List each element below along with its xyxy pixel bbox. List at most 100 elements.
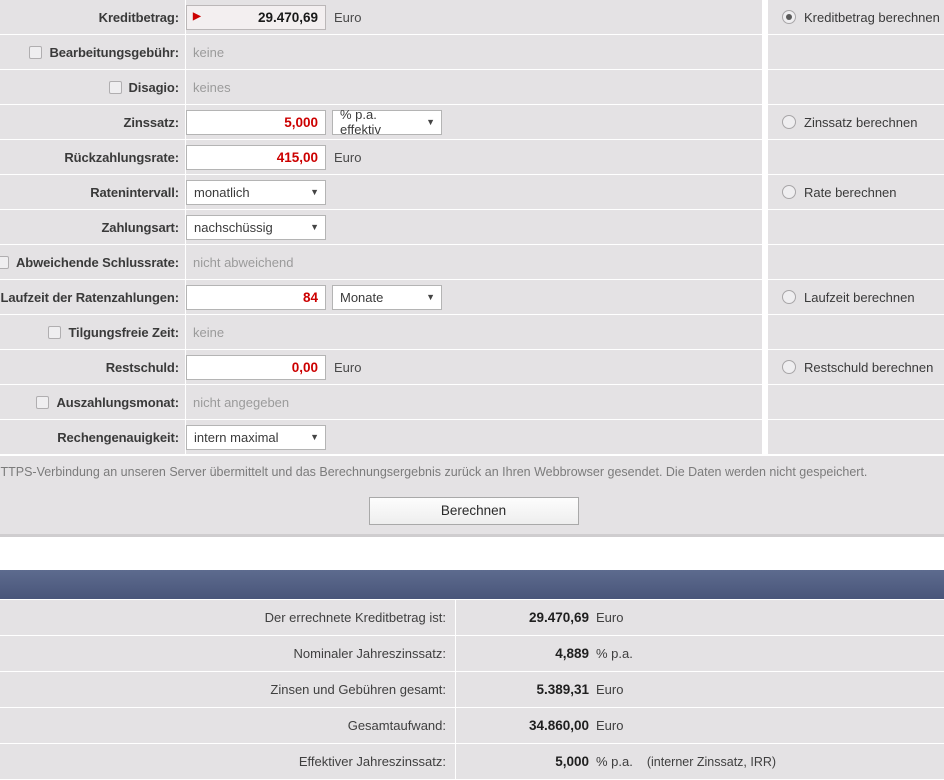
radio-label[interactable]: Restschuld berechnen: [804, 360, 933, 375]
calc-mode-cell: [768, 315, 944, 349]
field-label: Zinssatz:: [123, 114, 180, 130]
number-input-value: 415,00: [276, 149, 318, 165]
chevron-down-icon: ▼: [310, 187, 319, 197]
radio-button[interactable]: [782, 360, 796, 374]
form-row-label-cell: Kreditbetrag:: [0, 0, 186, 34]
option-dropdown-value: intern maximal: [194, 429, 279, 445]
result-unit: % p.a.: [596, 646, 633, 661]
number-input[interactable]: 415,00: [186, 144, 326, 170]
number-input[interactable]: 84: [186, 284, 326, 310]
field-label: Rückzahlungsrate:: [64, 149, 179, 165]
checkbox-icon[interactable]: [36, 395, 50, 409]
form-row: Zahlungsart: nachschüssig ▼: [0, 210, 944, 245]
form-row-label-cell: Disagio:: [0, 70, 186, 104]
chevron-down-icon: ▼: [426, 292, 435, 302]
form-row: Rückzahlungsrate: 415,00 Euro: [0, 140, 944, 175]
number-input-value: 0,00: [291, 359, 318, 375]
checkbox-icon[interactable]: [29, 45, 43, 59]
placeholder-value: nicht abweichend: [193, 254, 294, 270]
field-label: Disagio:: [128, 79, 180, 95]
field-label: Auszahlungsmonat:: [56, 394, 179, 410]
result-number: 5,000: [555, 754, 589, 769]
chevron-down-icon: ▼: [310, 432, 319, 442]
form-row-field-cell: 0,00 Euro: [186, 350, 762, 384]
radio-button[interactable]: [782, 10, 796, 24]
checkbox-icon[interactable]: [0, 255, 9, 269]
result-label: Zinsen und Gebühren gesamt:: [0, 672, 456, 707]
result-row: Der errechnete Kreditbetrag ist: 29.470,6…: [0, 600, 944, 636]
unit-dropdown-value: Monate: [340, 289, 384, 305]
form-row: Abweichende Schlussrate: nicht abweichend: [0, 245, 944, 280]
field-label: Laufzeit der Ratenzahlungen:: [0, 289, 180, 305]
radio-button[interactable]: [782, 185, 796, 199]
result-row: Zinsen und Gebühren gesamt: 5.389,31 Euro: [0, 672, 944, 708]
option-dropdown[interactable]: nachschüssig ▼: [186, 214, 326, 240]
form-row-field-cell: intern maximal ▼: [186, 420, 762, 454]
field-label: Restschuld:: [105, 359, 179, 375]
result-unit: Euro: [596, 610, 624, 625]
calc-mode-cell: Restschuld berechnen: [768, 350, 944, 384]
result-value-cell: 5.389,31 Euro: [456, 672, 944, 707]
form-row: Zinssatz: 5,000 % p.a. effektiv ▼ Zinssatz b…: [0, 105, 944, 140]
option-dropdown[interactable]: intern maximal ▼: [186, 424, 326, 450]
result-value-cell: 29.470,69 Euro: [456, 600, 944, 635]
field-label: Rechengenauigkeit:: [57, 429, 179, 445]
form-row: Auszahlungsmonat: nicht angegeben: [0, 385, 944, 420]
result-note: (interner Zinssatz, IRR): [646, 754, 777, 769]
unit-dropdown[interactable]: Monate ▼: [332, 284, 442, 310]
result-label: Der errechnete Kreditbetrag ist:: [0, 600, 456, 635]
form-row-field-cell: ▶ 29.470,69 Euro: [186, 0, 762, 34]
calc-mode-cell: [768, 70, 944, 104]
result-label: Effektiver Jahreszinssatz:: [0, 744, 456, 779]
calc-mode-cell: Zinssatz berechnen: [768, 105, 944, 139]
result-value-cell: 4,889 % p.a.: [456, 636, 944, 671]
result-label: Nominaler Jahreszinssatz:: [0, 636, 456, 671]
form-row: Disagio: keines: [0, 70, 944, 105]
form-row-label-cell: Bearbeitungsgebühr:: [0, 35, 186, 69]
radio-label[interactable]: Kreditbetrag berechnen: [804, 10, 940, 25]
form-row-label-cell: Auszahlungsmonat:: [0, 385, 186, 419]
calc-mode-cell: [768, 35, 944, 69]
result-value-cell: 5,000 % p.a. (interner Zinssatz, IRR): [456, 744, 944, 779]
section-spacer: [0, 537, 944, 570]
field-label: Zahlungsart:: [101, 219, 179, 235]
field-label: Bearbeitungsgebühr:: [49, 44, 179, 60]
placeholder-value: keines: [193, 79, 231, 95]
form-row-field-cell: 5,000 % p.a. effektiv ▼: [186, 105, 762, 139]
result-unit: % p.a.: [596, 754, 633, 769]
radio-label[interactable]: Laufzeit berechnen: [804, 290, 915, 305]
form-row: Bearbeitungsgebühr: keine: [0, 35, 944, 70]
unit-dropdown[interactable]: % p.a. effektiv ▼: [332, 107, 442, 137]
action-bar: Berechnen: [0, 487, 944, 537]
computed-value-text: 29.470,69: [257, 9, 318, 25]
form-row-field-cell: keines: [186, 70, 762, 104]
radio-button[interactable]: [782, 115, 796, 129]
calc-mode-cell: [768, 420, 944, 454]
form-row-label-cell: Rückzahlungsrate:: [0, 140, 186, 174]
form-row-label-cell: Tilgungsfreie Zeit:: [0, 315, 186, 349]
form-row: Kreditbetrag: ▶ 29.470,69 Euro Kreditbetrag …: [0, 0, 944, 35]
number-input[interactable]: 0,00: [186, 354, 326, 380]
form-row: Laufzeit der Ratenzahlungen: 84 Monate ▼ Lau…: [0, 280, 944, 315]
result-row: Effektiver Jahreszinssatz: 5,000 % p.a. (in…: [0, 744, 944, 780]
form-row-label-cell: Abweichende Schlussrate:: [0, 245, 186, 279]
option-dropdown[interactable]: monatlich ▼: [186, 179, 326, 205]
field-label: Kreditbetrag:: [98, 9, 179, 25]
radio-label[interactable]: Zinssatz berechnen: [804, 115, 917, 130]
form-row-field-cell: nicht angegeben: [186, 385, 762, 419]
result-number: 4,889: [555, 646, 589, 661]
radio-button[interactable]: [782, 290, 796, 304]
calculate-button[interactable]: Berechnen: [368, 496, 579, 525]
radio-label[interactable]: Rate berechnen: [804, 185, 897, 200]
computed-value-field[interactable]: ▶ 29.470,69: [186, 4, 326, 30]
placeholder-value: keine: [193, 324, 225, 340]
form-row: Restschuld: 0,00 Euro Restschuld berechnen: [0, 350, 944, 385]
results-header-bar: [0, 570, 944, 600]
results-panel: Der errechnete Kreditbetrag ist: 29.470,6…: [0, 570, 944, 780]
number-input[interactable]: 5,000: [186, 109, 326, 135]
checkbox-icon[interactable]: [48, 325, 62, 339]
placeholder-value: keine: [193, 44, 225, 60]
field-label: Ratenintervall:: [90, 184, 179, 200]
checkbox-icon[interactable]: [108, 80, 122, 94]
loan-calculator-form: Kreditbetrag: ▶ 29.470,69 Euro Kreditbetrag …: [0, 0, 944, 455]
